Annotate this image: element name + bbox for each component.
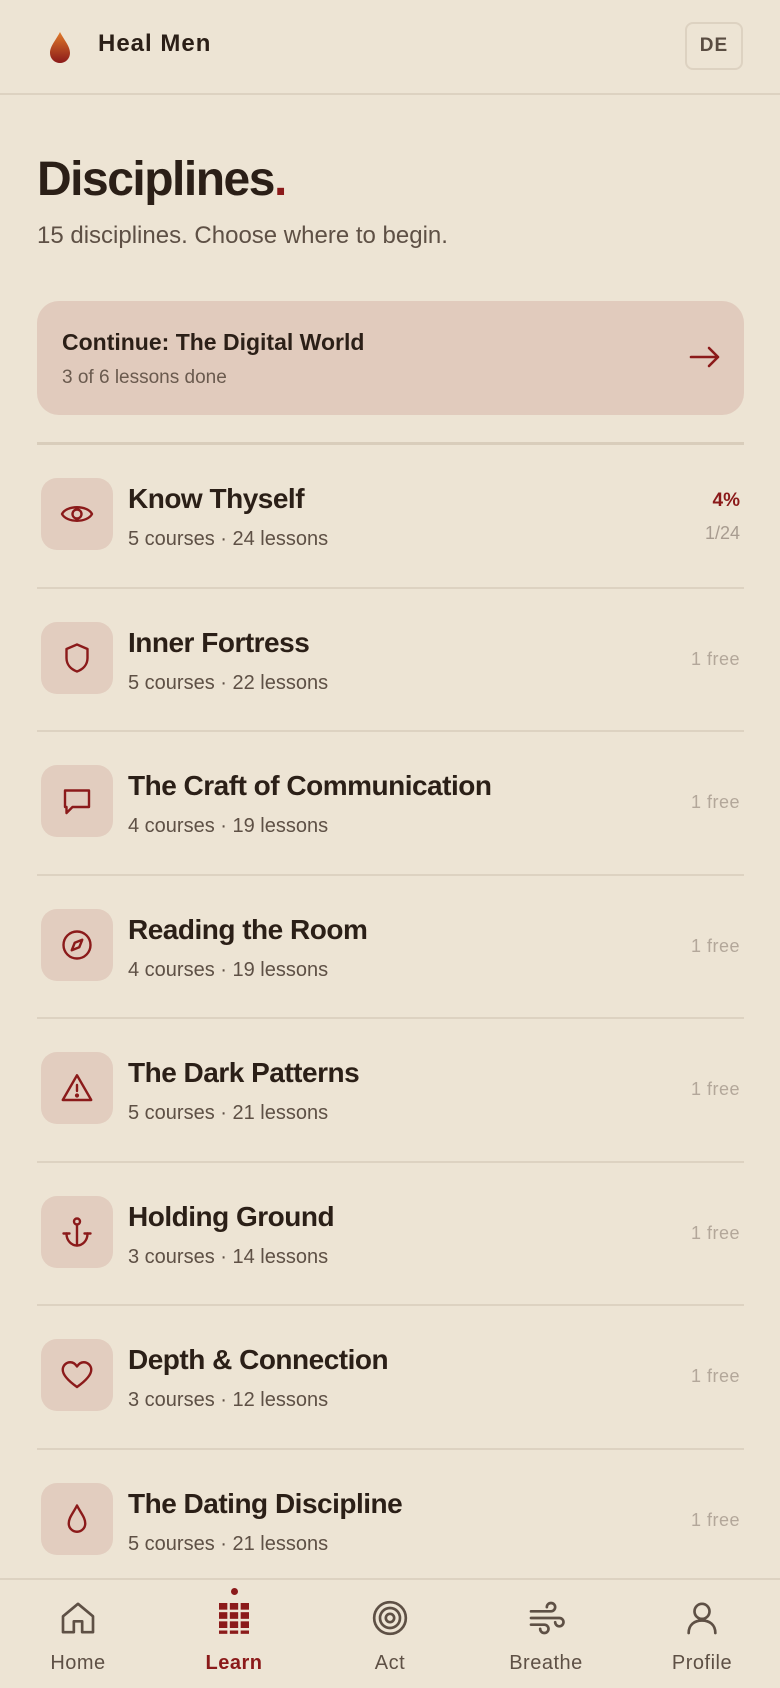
- discipline-title: Inner Fortress: [128, 626, 310, 658]
- page-subtitle: 15 disciplines. Choose where to begin.: [37, 222, 448, 249]
- wind-icon: [529, 1601, 565, 1635]
- discipline-meta: 5 courses · 24 lessons: [128, 528, 329, 550]
- brand-name: Heal Men: [98, 30, 212, 57]
- discipline-icon-box: [41, 908, 113, 981]
- warning-triangle-icon: [61, 1074, 93, 1102]
- discipline-row-inner-fortress[interactable]: Inner Fortress 5 courses · 22 lessons 1 …: [37, 589, 744, 732]
- droplet-icon: [67, 1503, 87, 1533]
- discipline-title: Know Thyself: [128, 483, 305, 514]
- free-badge: 1 free: [690, 1079, 740, 1099]
- discipline-icon-box: [41, 1339, 113, 1411]
- tab-label: Learn: [205, 1652, 263, 1674]
- eye-icon: [60, 506, 94, 522]
- discipline-icon-box: [41, 478, 113, 550]
- discipline-row-holding-ground[interactable]: Holding Ground 3 courses · 14 lessons 1 …: [37, 1163, 744, 1306]
- target-icon: [372, 1600, 408, 1636]
- discipline-row-depth-connection[interactable]: Depth & Connection 3 courses · 12 lesson…: [37, 1306, 744, 1450]
- discipline-progress: 4%: [712, 490, 740, 511]
- tab-home[interactable]: Home: [0, 1580, 156, 1688]
- discipline-icon-box: [41, 765, 113, 837]
- continue-progress: 3 of 6 lessons done: [62, 367, 227, 388]
- discipline-row-dark-patterns[interactable]: The Dark Patterns 5 courses · 21 lessons…: [37, 1019, 744, 1163]
- discipline-icon-box: [41, 621, 113, 694]
- tab-label: Act: [374, 1652, 406, 1674]
- free-badge: 1 free: [690, 935, 740, 956]
- discipline-title: The Dating Discipline: [128, 1487, 403, 1519]
- discipline-meta: 5 courses · 21 lessons: [128, 1102, 329, 1124]
- discipline-icon-box: [41, 1195, 113, 1268]
- app-header: Heal Men DE: [0, 0, 780, 95]
- discipline-icon-box: [41, 1052, 113, 1124]
- tab-learn[interactable]: Learn: [156, 1580, 312, 1688]
- chat-bubble-icon: [63, 789, 91, 815]
- continue-card[interactable]: Continue: The Digital World 3 of 6 lesso…: [37, 301, 744, 415]
- discipline-meta: 5 courses · 22 lessons: [128, 671, 329, 694]
- discipline-meta: 5 courses · 21 lessons: [128, 1532, 329, 1555]
- discipline-title: Holding Ground: [128, 1200, 335, 1232]
- tab-profile[interactable]: Profile: [624, 1580, 780, 1688]
- discipline-meta: 4 courses · 19 lessons: [128, 815, 329, 837]
- language-button[interactable]: DE: [685, 22, 743, 70]
- tab-label: Breathe: [509, 1652, 583, 1674]
- discipline-row-communication[interactable]: The Craft of Communication 4 courses · 1…: [37, 732, 744, 876]
- anchor-icon: [62, 1216, 92, 1247]
- arrow-right-icon: [689, 346, 720, 368]
- discipline-title: Depth & Connection: [128, 1344, 389, 1375]
- discipline-meta: 3 courses · 14 lessons: [128, 1245, 329, 1268]
- free-badge: 1 free: [690, 792, 740, 812]
- discipline-meta: 3 courses · 12 lessons: [128, 1389, 329, 1411]
- discipline-meta: 4 courses · 19 lessons: [128, 958, 329, 981]
- heart-icon: [61, 1361, 93, 1389]
- discipline-row-know-thyself[interactable]: Know Thyself 5 courses · 24 lessons 4% 1…: [37, 445, 744, 589]
- discipline-lesson-count: 1/24: [704, 523, 740, 543]
- discipline-list: Know Thyself 5 courses · 24 lessons 4% 1…: [37, 445, 744, 1593]
- tab-label: Profile: [671, 1652, 733, 1674]
- grid-icon: [219, 1603, 249, 1634]
- tab-breathe[interactable]: Breathe: [468, 1580, 624, 1688]
- discipline-title: The Dark Patterns: [128, 1057, 360, 1088]
- active-indicator: [231, 1588, 238, 1595]
- discipline-title: Reading the Room: [128, 913, 368, 945]
- user-icon: [687, 1602, 717, 1635]
- compass-icon: [62, 929, 92, 960]
- page-title: Disciplines.: [37, 153, 287, 206]
- home-icon: [61, 1602, 95, 1634]
- flame-drop-icon: [50, 32, 70, 63]
- tab-label: Home: [50, 1652, 106, 1674]
- bottom-tab-bar: Home Learn Act Breathe Profile: [0, 1578, 780, 1688]
- shield-icon: [65, 642, 89, 673]
- free-badge: 1 free: [690, 1222, 740, 1243]
- discipline-icon-box: [41, 1482, 113, 1555]
- free-badge: 1 free: [690, 1366, 740, 1386]
- free-badge: 1 free: [690, 1509, 740, 1530]
- free-badge: 1 free: [690, 648, 740, 669]
- tab-act[interactable]: Act: [312, 1580, 468, 1688]
- discipline-row-dating-discipline[interactable]: The Dating Discipline 5 courses · 21 les…: [37, 1450, 744, 1594]
- discipline-row-reading-the-room[interactable]: Reading the Room 4 courses · 19 lessons …: [37, 876, 744, 1019]
- continue-title: Continue: The Digital World: [62, 329, 365, 355]
- discipline-title: The Craft of Communication: [128, 770, 492, 801]
